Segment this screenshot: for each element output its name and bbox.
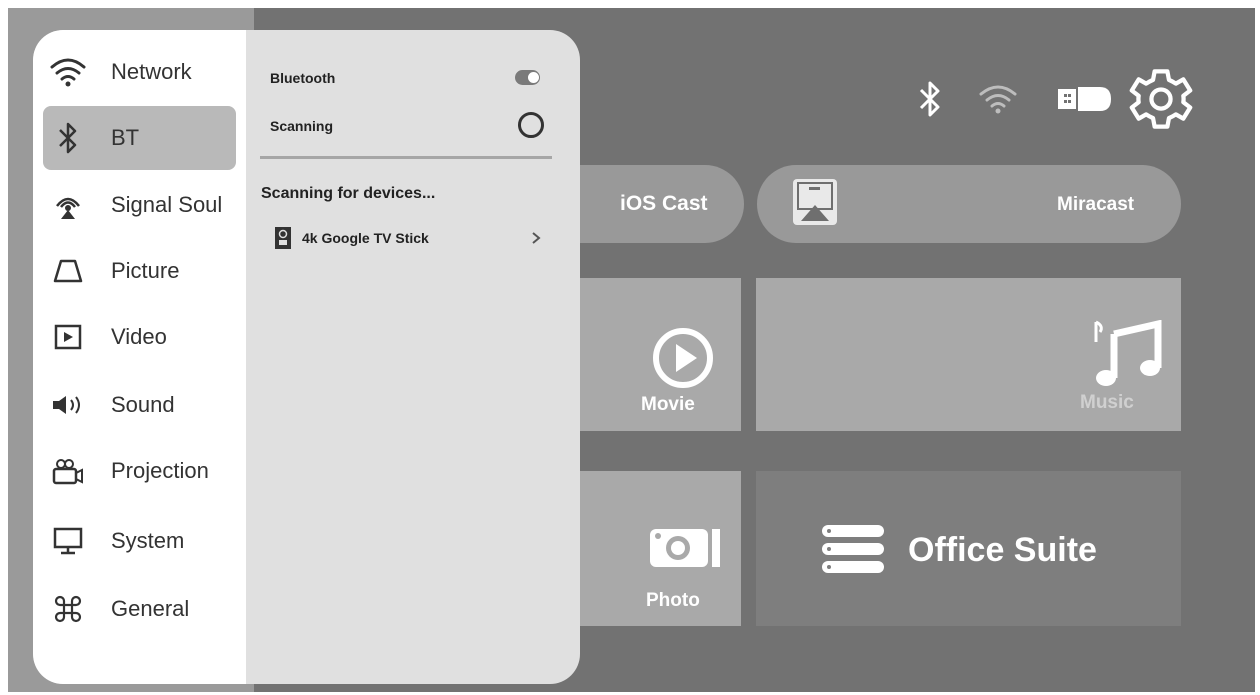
settings-menu: Network BT Signal Soul Picture Video Sou… bbox=[33, 30, 246, 684]
music-note-icon bbox=[1094, 320, 1162, 386]
usb-drive-icon bbox=[1050, 71, 1120, 126]
movie-label: Movie bbox=[641, 394, 695, 415]
wifi-status-icon bbox=[973, 71, 1023, 126]
menu-item-sound[interactable]: Sound bbox=[43, 373, 236, 437]
speaker-icon bbox=[49, 388, 87, 422]
menu-label-network: Network bbox=[111, 59, 192, 84]
picture-icon bbox=[49, 254, 87, 288]
bluetooth-toggle[interactable] bbox=[515, 70, 540, 85]
video-icon bbox=[49, 320, 87, 354]
office-suite-label: Office Suite bbox=[908, 531, 1097, 569]
office-suite-tile[interactable]: Office Suite bbox=[756, 471, 1181, 626]
photo-label: Photo bbox=[646, 590, 700, 611]
menu-item-picture[interactable]: Picture bbox=[43, 239, 236, 303]
menu-item-signal-soul[interactable]: Signal Soul bbox=[43, 173, 236, 237]
music-tile[interactable]: Music bbox=[756, 278, 1181, 431]
menu-item-projection[interactable]: Projection bbox=[43, 439, 236, 503]
scanning-spinner-icon bbox=[518, 112, 544, 138]
scanning-status-text: Scanning for devices... bbox=[261, 185, 436, 202]
ios-cast-label: iOS Cast bbox=[620, 192, 708, 215]
device-name: 4k Google TV Stick bbox=[302, 230, 429, 246]
menu-label-video: Video bbox=[111, 324, 167, 349]
menu-label-projection: Projection bbox=[111, 458, 209, 483]
chevron-right-icon bbox=[532, 232, 541, 244]
remote-icon bbox=[275, 227, 291, 249]
projector-icon bbox=[49, 454, 87, 488]
settings-gear-icon[interactable] bbox=[1121, 68, 1201, 129]
toggle-knob bbox=[528, 72, 539, 83]
menu-item-network[interactable]: Network bbox=[43, 40, 236, 104]
play-icon bbox=[653, 328, 713, 388]
menu-label-picture: Picture bbox=[111, 258, 180, 283]
monitor-icon bbox=[49, 524, 87, 558]
command-icon bbox=[49, 592, 87, 626]
menu-item-bt[interactable]: BT bbox=[43, 106, 236, 170]
office-stack-icon bbox=[822, 525, 884, 573]
miracast-icon bbox=[793, 179, 837, 225]
bluetooth-status-icon bbox=[913, 71, 947, 126]
bluetooth-icon bbox=[49, 121, 87, 155]
miracast-button[interactable]: Miracast bbox=[757, 165, 1181, 243]
menu-item-general[interactable]: General bbox=[43, 577, 236, 641]
home-screen: iOS Cast Miracast Movie Music Photo Offi… bbox=[8, 8, 1255, 692]
device-item[interactable]: 4k Google TV Stick bbox=[274, 225, 550, 251]
menu-label-system: System bbox=[111, 528, 185, 553]
miracast-label: Miracast bbox=[1057, 194, 1135, 215]
divider bbox=[260, 156, 552, 159]
menu-item-system[interactable]: System bbox=[43, 509, 236, 573]
settings-panel: Network BT Signal Soul Picture Video Sou… bbox=[33, 30, 580, 684]
menu-label-signal-soul: Signal Soul bbox=[111, 192, 223, 217]
wifi-icon bbox=[49, 55, 87, 89]
menu-label-general: General bbox=[111, 596, 190, 621]
scanning-label: Scanning bbox=[270, 118, 334, 134]
signal-source-icon bbox=[49, 188, 87, 222]
camera-icon bbox=[650, 529, 720, 567]
menu-label-bt: BT bbox=[111, 125, 140, 150]
menu-item-video[interactable]: Video bbox=[43, 305, 236, 369]
bt-detail-panel: Bluetooth Scanning Scanning for devices.… bbox=[246, 30, 580, 684]
music-label: Music bbox=[1080, 392, 1134, 413]
bluetooth-label: Bluetooth bbox=[270, 70, 336, 86]
menu-label-sound: Sound bbox=[111, 392, 175, 417]
